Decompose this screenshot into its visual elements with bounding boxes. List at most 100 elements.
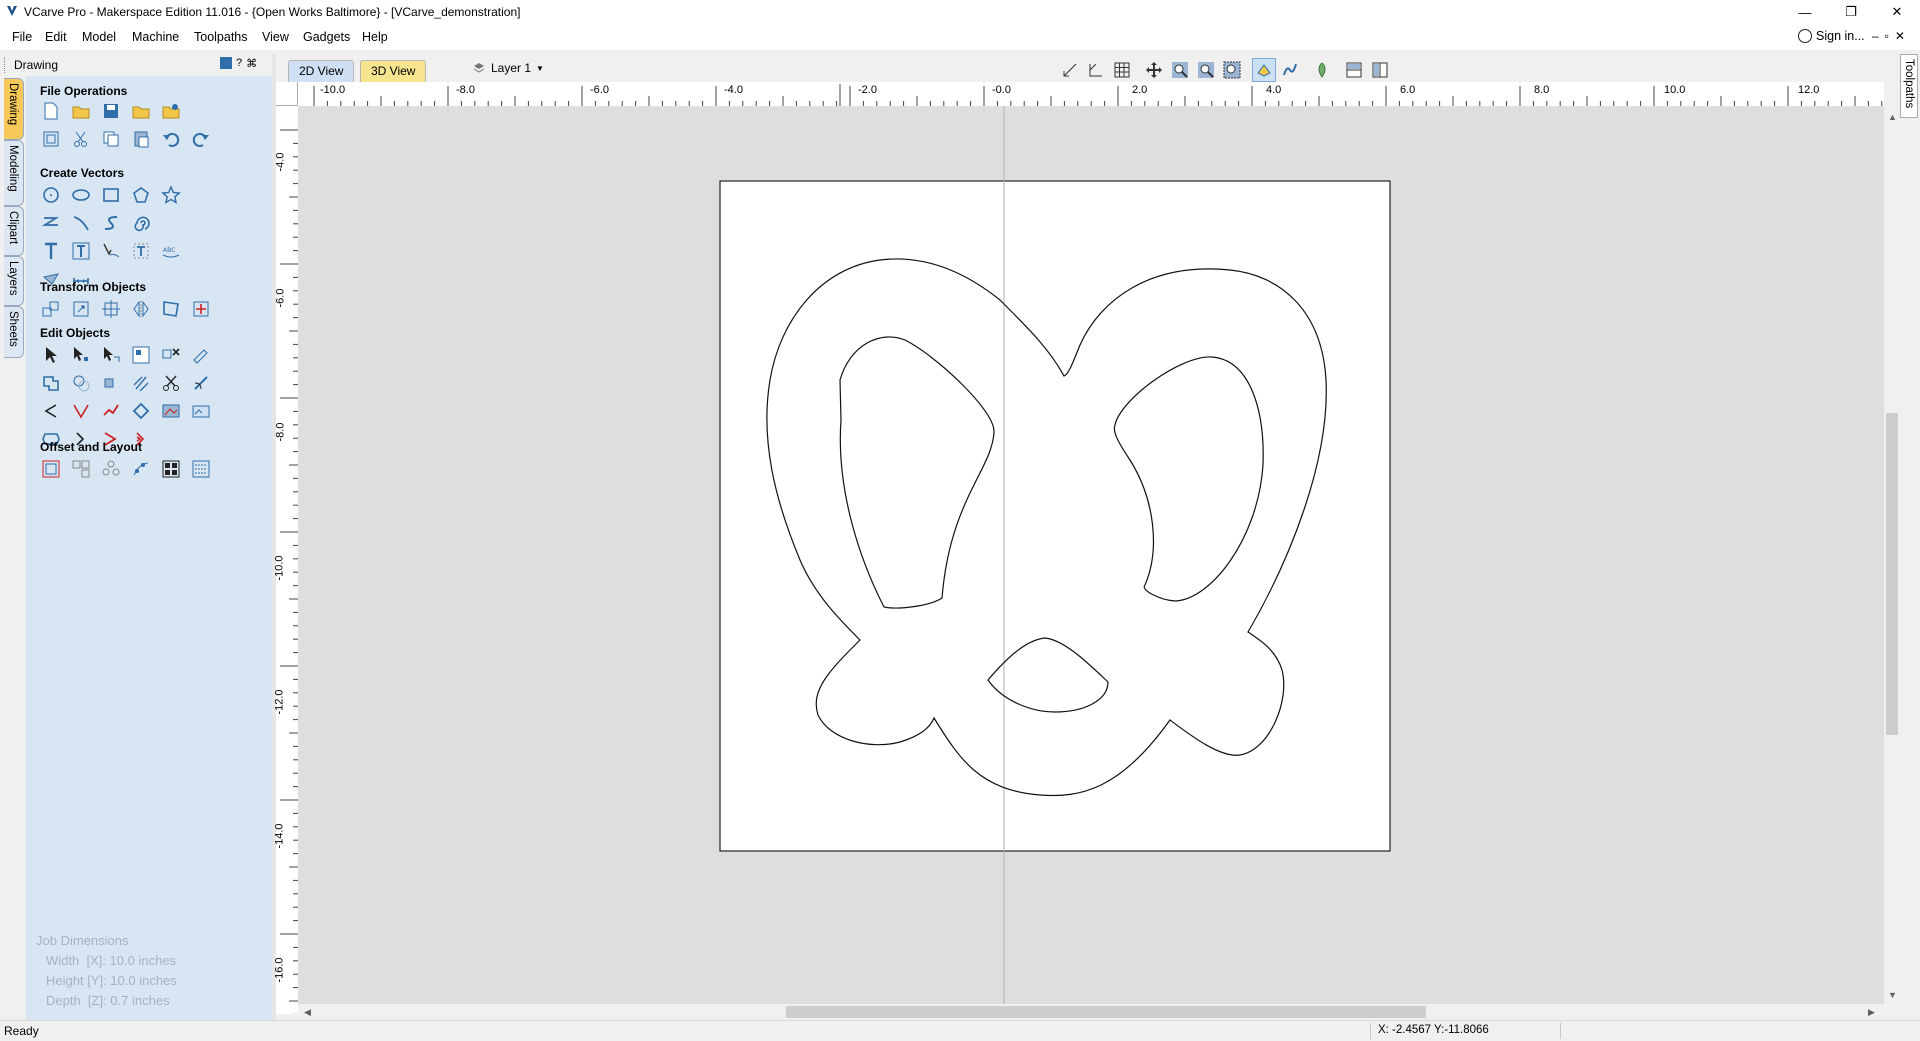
horizontal-scrollbar[interactable]: ◀ ▶ bbox=[298, 1004, 1884, 1020]
save-icon[interactable] bbox=[100, 100, 122, 122]
chamfer-icon[interactable] bbox=[40, 400, 62, 422]
show-vectors-icon[interactable] bbox=[1252, 58, 1276, 82]
zoom-selected-icon[interactable] bbox=[1220, 58, 1244, 82]
text-on-path-icon[interactable]: ABC bbox=[160, 240, 182, 262]
mdi-window-controls[interactable]: –▫✕ bbox=[1872, 29, 1911, 43]
extend-vector-icon[interactable] bbox=[70, 400, 92, 422]
tab-3d-view[interactable]: 3D View bbox=[360, 60, 427, 82]
auto-layout-icon[interactable] bbox=[190, 458, 212, 480]
interactive-transform-icon[interactable] bbox=[100, 344, 122, 366]
menu-gadgets[interactable]: Gadgets bbox=[303, 30, 350, 44]
subtract-icon[interactable] bbox=[70, 372, 92, 394]
draw-star-icon[interactable] bbox=[160, 184, 182, 206]
tab-modeling[interactable]: Modeling bbox=[4, 140, 24, 206]
tab-toolpaths[interactable]: Toolpaths bbox=[1900, 54, 1918, 118]
panel-grip[interactable] bbox=[4, 57, 9, 73]
pin-icon[interactable]: ⌘ bbox=[246, 57, 257, 70]
help-button[interactable]: ? bbox=[236, 57, 242, 70]
array-copy-icon[interactable] bbox=[70, 458, 92, 480]
zoom-extents-icon[interactable] bbox=[1194, 58, 1218, 82]
set-size-icon[interactable] bbox=[70, 298, 92, 320]
selection-dialog-icon[interactable] bbox=[130, 344, 152, 366]
tab-sheets[interactable]: Sheets bbox=[4, 306, 24, 358]
menu-edit[interactable]: Edit bbox=[45, 30, 67, 44]
scroll-right-icon[interactable]: ▶ bbox=[1868, 1007, 1875, 1018]
sign-in-link[interactable]: Sign in... bbox=[1798, 29, 1865, 43]
tab-2d-view[interactable]: 2D View bbox=[288, 60, 355, 82]
smooth-vectors-icon[interactable] bbox=[130, 400, 152, 422]
grid-icon[interactable] bbox=[1110, 58, 1134, 82]
scissors-icon[interactable] bbox=[160, 372, 182, 394]
draw-polyline-icon[interactable] bbox=[40, 212, 62, 234]
distort-icon[interactable] bbox=[160, 298, 182, 320]
menu-model[interactable]: Model bbox=[82, 30, 116, 44]
auto-layout-text-icon[interactable] bbox=[70, 240, 92, 262]
layout-vertical-icon[interactable] bbox=[1368, 58, 1392, 82]
import-bitmap-icon[interactable] bbox=[160, 100, 182, 122]
vertical-scroll-thumb[interactable] bbox=[1886, 413, 1898, 735]
open-file-icon[interactable] bbox=[70, 100, 92, 122]
intersect-icon[interactable] bbox=[100, 372, 122, 394]
align-objects-icon[interactable] bbox=[100, 298, 122, 320]
mirror-icon[interactable] bbox=[130, 298, 152, 320]
bitmap-trace-icon[interactable] bbox=[160, 400, 182, 422]
layout-horizontal-icon[interactable] bbox=[1342, 58, 1366, 82]
minimize-button[interactable]: — bbox=[1782, 0, 1828, 24]
copy-icon[interactable] bbox=[100, 128, 122, 150]
undo-icon[interactable] bbox=[160, 128, 182, 150]
snap-grid-icon[interactable] bbox=[1084, 58, 1108, 82]
draw-arc-icon[interactable] bbox=[100, 212, 122, 234]
select-tool-icon[interactable] bbox=[40, 344, 62, 366]
panel-autohide-icon[interactable] bbox=[220, 57, 232, 69]
draw-text-icon[interactable] bbox=[40, 240, 62, 262]
zoom-box-icon[interactable] bbox=[1168, 58, 1192, 82]
draw-circle-icon[interactable] bbox=[40, 184, 62, 206]
menu-view[interactable]: View bbox=[262, 30, 289, 44]
snap-icon[interactable] bbox=[1058, 58, 1082, 82]
image-edit-icon[interactable] bbox=[190, 400, 212, 422]
show-toolpaths-icon[interactable] bbox=[1278, 58, 1302, 82]
restore-button[interactable]: ❐ bbox=[1828, 0, 1874, 24]
draw-curve-icon[interactable] bbox=[70, 212, 92, 234]
ruler-origin-corner[interactable] bbox=[276, 82, 298, 106]
toolpaths-panel-tab[interactable]: Toolpaths bbox=[1900, 54, 1920, 1020]
drawing-canvas[interactable] bbox=[298, 106, 1884, 1004]
draw-ellipse-icon[interactable] bbox=[70, 184, 92, 206]
draw-spiral-icon[interactable] bbox=[130, 212, 152, 234]
tab-layers[interactable]: Layers bbox=[4, 256, 24, 306]
offset-icon[interactable] bbox=[40, 458, 62, 480]
nesting-icon[interactable] bbox=[160, 458, 182, 480]
import-vectors-icon[interactable] bbox=[130, 100, 152, 122]
scroll-down-icon[interactable]: ▼ bbox=[1888, 990, 1897, 1000]
menu-file[interactable]: File bbox=[12, 30, 32, 44]
text-arc-icon[interactable] bbox=[130, 240, 152, 262]
scroll-up-icon[interactable]: ▲ bbox=[1888, 112, 1897, 122]
vector-texture-icon[interactable] bbox=[190, 344, 212, 366]
menu-toolpaths[interactable]: Toolpaths bbox=[194, 30, 248, 44]
layer-dropdown[interactable]: Layer 1 ▼ bbox=[472, 61, 544, 75]
draw-rectangle-icon[interactable] bbox=[100, 184, 122, 206]
close-button[interactable]: ✕ bbox=[1874, 0, 1920, 24]
join-vectors-icon[interactable] bbox=[100, 400, 122, 422]
new-file-icon[interactable] bbox=[40, 100, 62, 122]
menu-machine[interactable]: Machine bbox=[132, 30, 179, 44]
redo-icon[interactable] bbox=[190, 128, 212, 150]
weld-icon[interactable] bbox=[40, 372, 62, 394]
draw-polygon-icon[interactable] bbox=[130, 184, 152, 206]
move-icon[interactable] bbox=[40, 298, 62, 320]
move-origin-icon[interactable] bbox=[190, 298, 212, 320]
circular-array-icon[interactable] bbox=[100, 458, 122, 480]
paste-icon[interactable] bbox=[130, 128, 152, 150]
text-on-curve-icon[interactable] bbox=[100, 240, 122, 262]
horizontal-scroll-thumb[interactable] bbox=[786, 1006, 1426, 1018]
trim-icon[interactable] bbox=[130, 372, 152, 394]
copy-along-vectors-icon[interactable] bbox=[130, 458, 152, 480]
tab-drawing[interactable]: Drawing bbox=[4, 78, 24, 140]
vertical-scrollbar[interactable]: ▲ ▼ bbox=[1884, 106, 1900, 1004]
menu-help[interactable]: Help bbox=[362, 30, 388, 44]
pan-icon[interactable] bbox=[1142, 58, 1166, 82]
node-edit-icon[interactable] bbox=[70, 344, 92, 366]
cut-icon[interactable] bbox=[70, 128, 92, 150]
job-setup-icon[interactable] bbox=[40, 128, 62, 150]
fillet-icon[interactable] bbox=[190, 372, 212, 394]
